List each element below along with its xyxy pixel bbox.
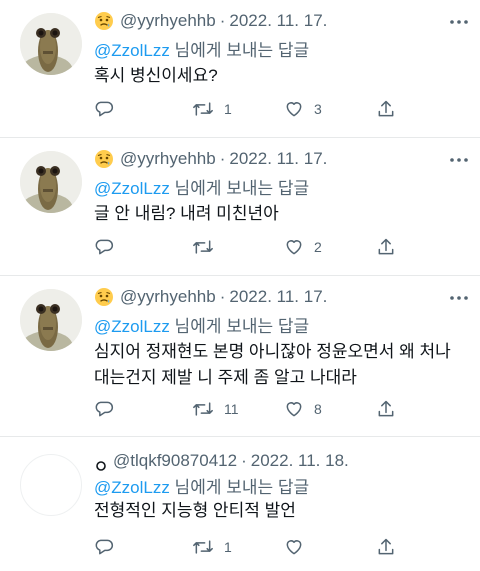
- like-count: 2: [314, 239, 322, 255]
- avatar-image: [20, 289, 82, 351]
- more-dots-icon[interactable]: [448, 288, 470, 308]
- tweet-actions: 2: [94, 236, 404, 258]
- tweet-header: @yyrhyehhb · 2022. 11. 17.: [94, 10, 327, 32]
- share-icon: [378, 100, 394, 117]
- user-handle[interactable]: @yyrhyehhb: [120, 287, 216, 307]
- tweet-header: @tlqkf90870412 · 2022. 11. 18.: [94, 450, 349, 472]
- reply-context-label: 님에게 보내는 답글: [169, 478, 310, 497]
- tweet[interactable]: @yyrhyehhb · 2022. 11. 17. @ZzolLzz 님에게 …: [0, 276, 480, 436]
- avatar-image: [20, 13, 82, 75]
- share-button[interactable]: [376, 98, 406, 120]
- reply-mention-link[interactable]: @ZzolLzz: [94, 317, 170, 336]
- tweet-text: 전형적인 지능형 안티적 발언: [94, 501, 296, 520]
- tweet[interactable]: @yyrhyehhb · 2022. 11. 17. @ZzolLzz 님에게 …: [0, 0, 480, 137]
- reply-context: @ZzolLzz 님에게 보내는 답글: [94, 312, 309, 337]
- tweet-actions: 11 8: [94, 398, 404, 420]
- heart-icon: [286, 540, 302, 555]
- separator-dot: ·: [219, 287, 226, 306]
- reply-mention-link[interactable]: @ZzolLzz: [94, 41, 170, 60]
- separator-dot: ·: [219, 149, 226, 168]
- retweet-count: 11: [224, 401, 239, 417]
- avatar[interactable]: [20, 289, 82, 351]
- user-handle[interactable]: @yyrhyehhb: [120, 11, 216, 31]
- reply-icon: [95, 539, 114, 555]
- retweet-count: 1: [224, 539, 232, 555]
- user-handle[interactable]: @tlqkf90870412: [113, 451, 237, 471]
- tweet-text: 심지어 정재현도 본명 아니잖아 정윤오면서 왜 처나대는건지 제발 니 주제 …: [94, 342, 451, 387]
- retweet-button[interactable]: 11: [192, 398, 239, 420]
- reply-context-label: 님에게 보내는 답글: [169, 317, 310, 336]
- retweet-icon: [193, 540, 213, 554]
- tweet-actions: 1: [94, 536, 404, 558]
- tweet-date[interactable]: 2022. 11. 17.: [229, 149, 327, 169]
- retweet-count: 1: [224, 101, 232, 117]
- tweet-actions: 1 3: [94, 98, 404, 120]
- reply-button[interactable]: [94, 398, 124, 420]
- reply-button[interactable]: [94, 236, 124, 258]
- reply-mention-link[interactable]: @ZzolLzz: [94, 179, 170, 198]
- tweet[interactable]: @yyrhyehhb · 2022. 11. 17. @ZzolLzz 님에게 …: [0, 138, 480, 275]
- reply-context-label: 님에게 보내는 답글: [169, 179, 310, 198]
- more-dots-icon[interactable]: [448, 12, 470, 32]
- user-handle[interactable]: @yyrhyehhb: [120, 149, 216, 169]
- avatar[interactable]: [20, 13, 82, 75]
- reply-button[interactable]: [94, 98, 124, 120]
- separator-dot: ·: [219, 11, 226, 30]
- retweet-icon: [193, 240, 213, 254]
- tweet-text: 혹시 병신이세요?: [94, 66, 218, 85]
- retweet-button[interactable]: 1: [192, 536, 232, 558]
- heart-icon: [286, 240, 302, 255]
- reply-feed: @yyrhyehhb · 2022. 11. 17. @ZzolLzz 님에게 …: [0, 0, 480, 571]
- reply-icon: [95, 101, 114, 117]
- tweet-text: 글 안 내림? 내려 미친년아: [94, 204, 279, 223]
- reply-context: @ZzolLzz 님에게 보내는 답글: [94, 174, 309, 199]
- retweet-button[interactable]: 1: [192, 98, 232, 120]
- like-count: 3: [314, 101, 322, 117]
- like-button[interactable]: 8: [284, 398, 322, 420]
- reply-context: @ZzolLzz 님에게 보내는 답글: [94, 36, 309, 61]
- sad-face-emoji: [94, 11, 114, 31]
- like-button[interactable]: 3: [284, 98, 322, 120]
- share-icon: [378, 238, 394, 255]
- reply-icon: [95, 401, 114, 417]
- share-icon: [378, 538, 394, 555]
- retweet-button[interactable]: [192, 236, 224, 258]
- share-button[interactable]: [376, 398, 406, 420]
- separator-dot: ·: [241, 451, 247, 470]
- reply-context: @ZzolLzz 님에게 보내는 답글: [94, 473, 309, 498]
- reply-context-label: 님에게 보내는 답글: [169, 41, 310, 60]
- share-icon: [378, 400, 394, 417]
- avatar[interactable]: [20, 151, 82, 213]
- heart-icon: [286, 102, 302, 117]
- tweet-date[interactable]: 2022. 11. 18.: [251, 451, 349, 471]
- avatar-image: [20, 151, 82, 213]
- heart-icon: [286, 402, 302, 417]
- sad-face-emoji: [94, 149, 114, 169]
- retweet-icon: [193, 102, 213, 116]
- tweet[interactable]: @tlqkf90870412 · 2022. 11. 18. @ZzolLzz …: [0, 437, 480, 571]
- like-button[interactable]: [284, 536, 314, 558]
- share-button[interactable]: [376, 236, 406, 258]
- tweet-date[interactable]: 2022. 11. 17.: [229, 11, 327, 31]
- tweet-header: @yyrhyehhb · 2022. 11. 17.: [94, 148, 327, 170]
- share-button[interactable]: [376, 536, 406, 558]
- retweet-icon: [193, 402, 213, 416]
- tweet-header: @yyrhyehhb · 2022. 11. 17.: [94, 286, 327, 308]
- reply-button[interactable]: [94, 536, 124, 558]
- reply-mention-link[interactable]: @ZzolLzz: [94, 478, 170, 497]
- circle-icon: [96, 456, 106, 471]
- avatar[interactable]: [20, 454, 82, 516]
- like-button[interactable]: 2: [284, 236, 322, 258]
- like-count: 8: [314, 401, 322, 417]
- tweet-date[interactable]: 2022. 11. 17.: [229, 287, 327, 307]
- more-dots-icon[interactable]: [448, 150, 470, 170]
- reply-icon: [95, 239, 114, 255]
- sad-face-emoji: [94, 287, 114, 307]
